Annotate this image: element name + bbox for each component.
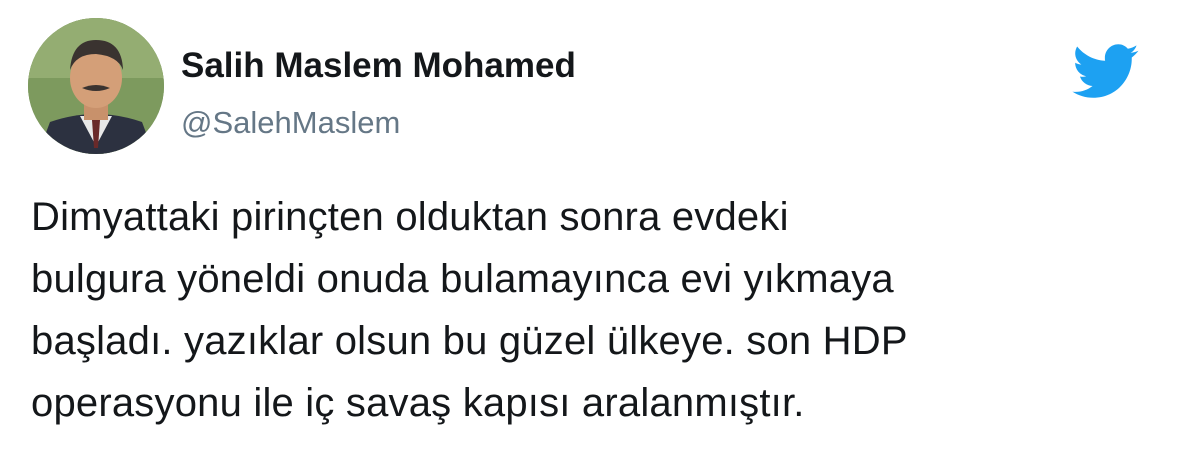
- tweet-card: Salih Maslem Mohamed @SalehMaslem Dimyat…: [0, 0, 1200, 462]
- user-handle[interactable]: @SalehMaslem: [181, 105, 576, 141]
- profile-photo-icon: [28, 18, 164, 154]
- tweet-header: Salih Maslem Mohamed @SalehMaslem: [28, 18, 1160, 158]
- tweet-text-line: bulgura yöneldi onuda bulamayınca evi yı…: [31, 257, 894, 301]
- tweet-text-line: başladı. yazıklar olsun bu güzel ülkeye.…: [31, 319, 908, 363]
- tweet-text-line: Dimyattaki pirinçten olduktan sonra evde…: [31, 195, 789, 239]
- tweet-text: Dimyattaki pirinçten olduktan sonra evde…: [31, 186, 1171, 434]
- author-names: Salih Maslem Mohamed @SalehMaslem: [181, 46, 576, 141]
- twitter-bird-icon[interactable]: [1072, 44, 1140, 100]
- display-name[interactable]: Salih Maslem Mohamed: [181, 46, 576, 86]
- avatar[interactable]: [28, 18, 164, 154]
- tweet-text-line: operasyonu ile iç savaş kapısı aralanmış…: [31, 381, 805, 425]
